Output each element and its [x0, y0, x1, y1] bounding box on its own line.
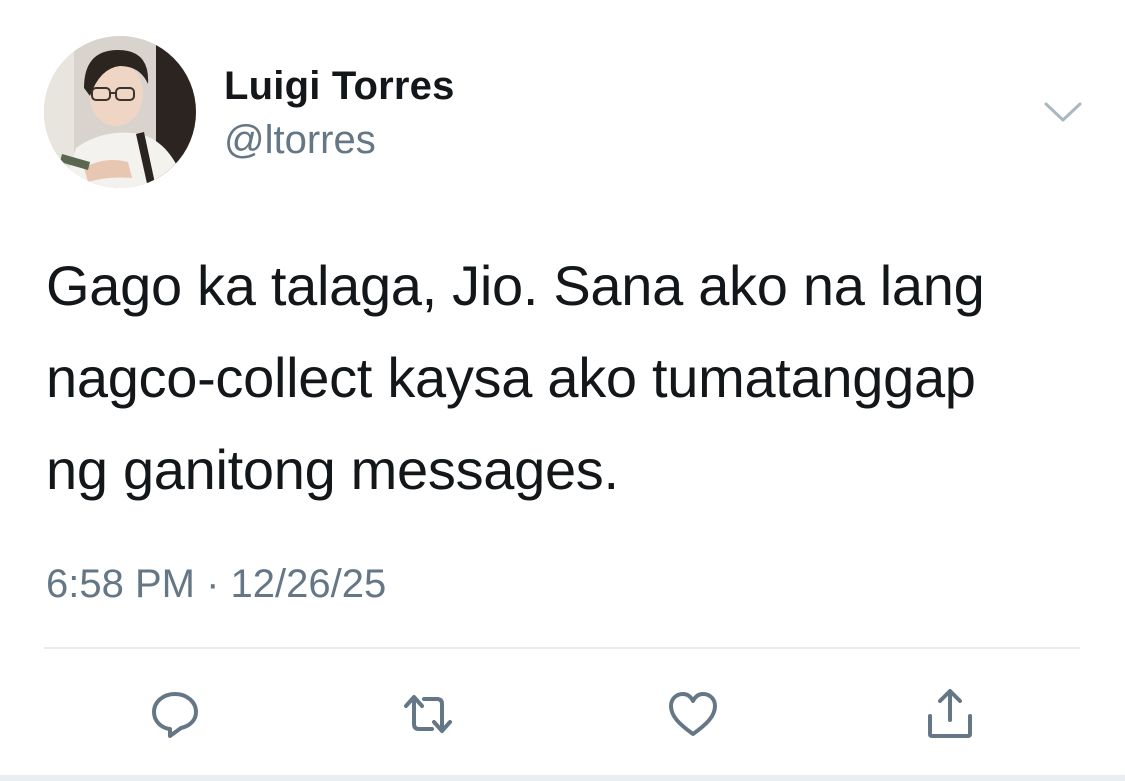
tweet-text-line: nagco-collect kaysa ako tumatanggap	[46, 346, 976, 409]
like-button[interactable]	[663, 684, 723, 744]
tweet-date: 12/26/25	[230, 562, 387, 606]
reply-button[interactable]	[145, 684, 205, 744]
avatar-photo	[44, 36, 196, 188]
meta-separator: ·	[206, 562, 220, 606]
tweet-time: 6:58 PM	[46, 562, 195, 606]
tweet-card: Luigi Torres @ltorres Gago ka talaga, Ji…	[0, 0, 1125, 781]
chevron-down-icon[interactable]	[1040, 96, 1086, 128]
retweet-button[interactable]	[398, 684, 458, 744]
tweet-timestamp[interactable]: 6:58 PM · 12/26/25	[46, 562, 386, 607]
bottom-rule	[0, 775, 1125, 781]
divider	[44, 647, 1080, 649]
tweet-text-line: ng ganitong messages.	[46, 438, 619, 501]
share-icon	[928, 689, 972, 738]
reply-icon	[152, 692, 198, 738]
retweet-icon	[404, 695, 452, 733]
tweet-text: Gago ka talaga, Jio. Sana ako na lang na…	[46, 240, 1106, 516]
display-name[interactable]: Luigi Torres	[224, 64, 455, 109]
avatar[interactable]	[44, 36, 196, 188]
share-button[interactable]	[920, 684, 980, 744]
user-handle[interactable]: @ltorres	[224, 118, 376, 163]
tweet-text-line: Gago ka talaga, Jio. Sana ako na lang	[46, 254, 985, 317]
heart-icon	[669, 692, 717, 736]
